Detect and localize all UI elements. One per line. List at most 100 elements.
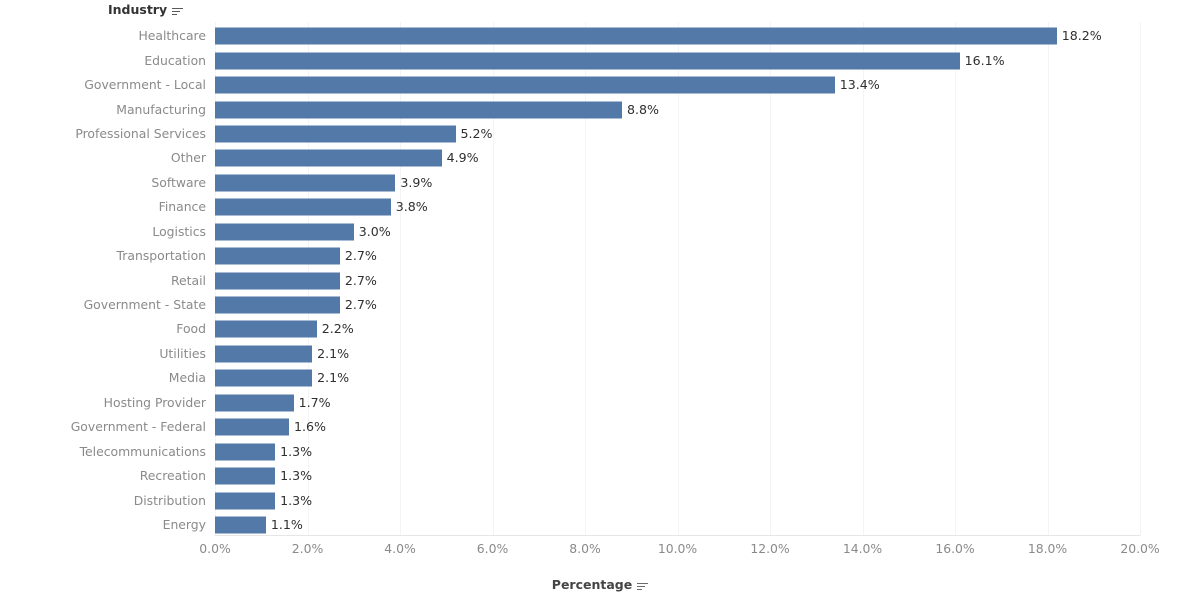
bar-value-label: 5.2% [460,125,493,141]
category-label[interactable]: Food [0,322,206,336]
bar-value-label: 2.7% [344,248,377,264]
bar[interactable] [215,198,391,216]
bar-row[interactable]: Retail 2.7% [0,268,1200,292]
bar-row[interactable]: Other 4.9% [0,146,1200,170]
category-label[interactable]: Government - Federal [0,420,206,434]
bar-value-label: 1.3% [280,443,313,459]
category-label[interactable]: Software [0,175,206,190]
bar-row[interactable]: Finance 3.8% [0,195,1200,219]
bar-value-label: 18.2% [1061,28,1102,44]
category-label[interactable]: Education [0,53,206,68]
bar-row[interactable]: Government - Local 13.4% [0,73,1200,97]
bar[interactable] [215,27,1057,45]
category-label[interactable]: Government - Local [0,78,206,92]
bar[interactable] [215,492,276,510]
bar-row[interactable]: Energy 1.1% [0,513,1200,537]
bar-row[interactable]: Transportation 2.7% [0,244,1200,268]
x-axis-tick-label: 0.0% [199,541,231,556]
bar-row[interactable]: Logistics 3.0% [0,220,1200,244]
bar[interactable] [215,52,960,70]
bar-value-label: 2.7% [344,297,377,313]
bar-value-label: 1.6% [294,419,326,435]
bar[interactable] [215,443,276,461]
bar-value-label: 4.9% [446,150,479,166]
category-label[interactable]: Finance [0,200,206,214]
bar[interactable] [215,149,442,167]
bar[interactable] [215,418,289,436]
bar[interactable] [215,467,276,485]
bar-value-label: 16.1% [964,52,1005,68]
x-axis-tick-label: 2.0% [291,541,324,556]
bar-row[interactable]: Telecommunications 1.3% [0,439,1200,463]
bar-row[interactable]: Government - State 2.7% [0,293,1200,317]
industry-field-label: Industry [108,2,168,17]
bar-row[interactable]: Recreation 1.3% [0,464,1200,488]
category-label[interactable]: Other [0,151,206,165]
x-axis-tick-label: 12.0% [750,541,790,556]
category-label[interactable]: Media [0,371,206,385]
bar-value-label: 13.4% [839,77,880,93]
bar[interactable] [215,516,266,534]
bar[interactable] [215,223,354,241]
category-label[interactable]: Hosting Provider [0,395,206,410]
x-axis-tick-label: 8.0% [569,541,601,556]
bar-row[interactable]: Government - Federal 1.6% [0,415,1200,439]
bar-row[interactable]: Healthcare 18.2% [0,24,1200,48]
category-label[interactable]: Manufacturing [0,102,206,117]
bar-value-label: 1.3% [280,468,313,484]
category-label[interactable]: Transportation [0,249,206,263]
category-label[interactable]: Telecommunications [0,444,206,459]
bar[interactable] [215,101,622,119]
bar[interactable] [215,247,340,265]
bar-row[interactable]: Software 3.9% [0,171,1200,195]
bar[interactable] [215,272,340,290]
bar-value-label: 3.0% [358,223,391,239]
bar[interactable] [215,125,456,143]
category-label[interactable]: Retail [0,273,206,288]
bar-row[interactable]: Utilities 2.1% [0,342,1200,366]
bar-value-label: 3.9% [400,174,433,190]
bar-value-label: 2.1% [317,370,350,386]
x-axis-tick-label: 6.0% [476,541,509,556]
bar[interactable] [215,174,396,192]
bar[interactable] [215,394,294,412]
plot-area: Healthcare 18.2% Education 16.1% Government … [0,22,1200,536]
bar-row[interactable]: Distribution 1.3% [0,488,1200,512]
category-label[interactable]: Energy [0,517,206,532]
bar-value-label: 2.7% [344,272,377,288]
x-axis-tick-label: 10.0% [657,541,698,556]
category-label[interactable]: Distribution [0,493,206,508]
bar-value-label: 1.3% [280,492,313,508]
sort-descending-icon[interactable] [172,6,184,17]
category-label[interactable]: Logistics [0,224,206,239]
bar-row[interactable]: Education 16.1% [0,48,1200,72]
bar-row[interactable]: Media 2.1% [0,366,1200,390]
x-axis-title-label: Percentage [551,577,633,592]
bar[interactable] [215,320,317,338]
bar-value-label: 2.2% [321,321,354,337]
bar-value-label: 3.8% [395,199,428,215]
bar-row[interactable]: Hosting Provider 1.7% [0,391,1200,415]
sort-descending-icon[interactable] [637,581,649,592]
bar-value-label: 1.1% [270,516,303,532]
x-axis-tick-label: 4.0% [384,541,416,556]
bar[interactable] [215,296,340,314]
x-axis-tick-label: 20.0% [1120,541,1160,556]
category-label[interactable]: Professional Services [0,126,206,141]
bar[interactable] [215,76,835,94]
x-axis-ticks: 0.0% 2.0% 4.0% 6.0% 8.0% 10.0% 12.0% 14.0% 16.0%… [0,541,1200,561]
category-label[interactable]: Government - State [0,298,206,312]
bar-row[interactable]: Food 2.2% [0,317,1200,341]
bar-value-label: 8.8% [627,101,659,117]
industry-field-header[interactable]: Industry [108,2,184,17]
x-axis-tick-label: 14.0% [842,541,883,556]
x-axis-tick-label: 18.0% [1027,541,1068,556]
bar[interactable] [215,345,313,363]
bar[interactable] [215,369,313,387]
bar-row[interactable]: Manufacturing 8.8% [0,97,1200,121]
category-label[interactable]: Recreation [0,469,206,483]
x-axis-title[interactable]: Percentage [0,578,1200,592]
bar-row[interactable]: Professional Services 5.2% [0,122,1200,146]
category-label[interactable]: Healthcare [0,29,206,43]
category-label[interactable]: Utilities [0,346,206,361]
